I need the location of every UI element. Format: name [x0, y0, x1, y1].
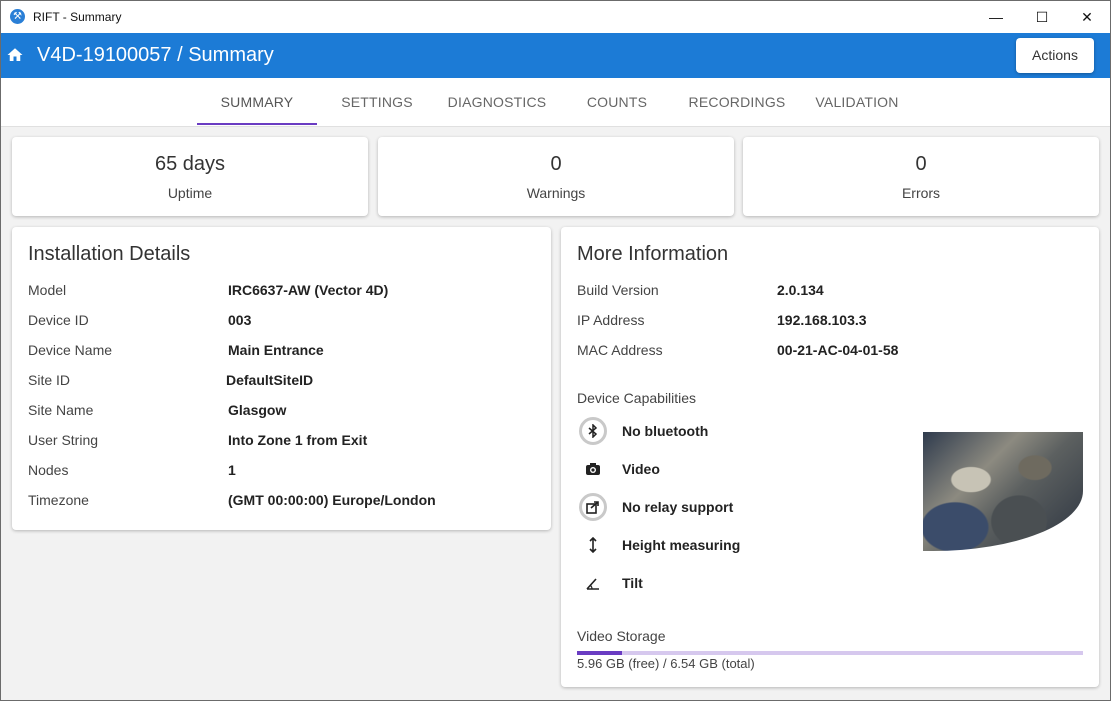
tab-diagnostics[interactable]: DIAGNOSTICS: [437, 78, 557, 126]
errors-value: 0: [915, 153, 927, 175]
tab-counts[interactable]: COUNTS: [557, 78, 677, 126]
video-storage-progress-bar: [577, 651, 1083, 655]
relay-disabled-icon: [579, 493, 607, 521]
info-value: 00-21-AC-04-01-58: [777, 342, 899, 358]
detail-key: Site ID: [28, 372, 71, 388]
warnings-card: 0 Warnings: [378, 137, 734, 216]
page-title: V4D-19100057 / Summary: [37, 44, 274, 66]
info-key: IP Address: [577, 312, 645, 328]
height-arrows-icon: [579, 531, 607, 559]
capability-label: No bluetooth: [622, 423, 709, 439]
detail-key: Timezone: [28, 492, 89, 508]
detail-value: (GMT 00:00:00) Europe/London: [228, 492, 436, 508]
uptime-card: 65 days Uptime: [12, 137, 368, 216]
title-bar: ⚒ RIFT - Summary — ☐ ✕: [1, 1, 1110, 33]
wrench-icon: ⚒: [10, 9, 25, 24]
warnings-value: 0: [550, 153, 562, 175]
more-information-title: More Information: [577, 243, 729, 265]
detail-value: 1: [228, 462, 236, 478]
video-storage-used-fill: [577, 651, 623, 655]
errors-card: 0 Errors: [743, 137, 1099, 216]
detail-value: Glasgow: [228, 402, 287, 418]
tab-recordings[interactable]: RECORDINGS: [677, 78, 797, 126]
bluetooth-disabled-icon: [579, 417, 607, 445]
home-icon[interactable]: [6, 46, 24, 64]
camera-icon: [579, 455, 607, 483]
device-capabilities-title: Device Capabilities: [577, 390, 697, 406]
window-title: RIFT - Summary: [33, 10, 122, 24]
capability-label: Height measuring: [622, 537, 741, 553]
tab-summary[interactable]: SUMMARY: [197, 78, 317, 126]
tab-bar: SUMMARY SETTINGS DIAGNOSTICS COUNTS RECO…: [1, 78, 1110, 127]
minimize-button[interactable]: —: [973, 1, 1019, 33]
capability-label: Video: [622, 461, 660, 477]
detail-key: Device ID: [28, 312, 89, 328]
warnings-label: Warnings: [526, 185, 586, 201]
app-bar: V4D-19100057 / Summary Actions: [1, 33, 1110, 78]
installation-details-card: Installation Details Model IRC6637-AW (V…: [12, 227, 551, 530]
installation-details-title: Installation Details: [28, 243, 191, 265]
uptime-label: Uptime: [167, 185, 213, 201]
info-key: Build Version: [577, 282, 659, 298]
detail-value: DefaultSiteID: [226, 372, 314, 388]
more-information-card: More Information Build Version 2.0.134 I…: [561, 227, 1099, 687]
video-storage-text: 5.96 GB (free) / 6.54 GB (total): [577, 656, 755, 671]
uptime-value: 65 days: [154, 153, 226, 175]
detail-value: Into Zone 1 from Exit: [228, 432, 368, 448]
detail-key: Device Name: [28, 342, 113, 358]
detail-value: 003: [228, 312, 252, 328]
camera-preview-image: [923, 432, 1083, 551]
tab-settings[interactable]: SETTINGS: [317, 78, 437, 126]
tab-validation[interactable]: VALIDATION: [797, 78, 917, 126]
capability-label: Tilt: [622, 575, 643, 591]
detail-value: Main Entrance: [228, 342, 324, 358]
close-button[interactable]: ✕: [1064, 1, 1110, 33]
detail-key: User String: [28, 432, 99, 448]
video-storage-title: Video Storage: [577, 628, 666, 644]
info-key: MAC Address: [577, 342, 663, 358]
capability-label: No relay support: [622, 499, 734, 515]
maximize-button[interactable]: ☐: [1019, 1, 1065, 33]
info-value: 2.0.134: [777, 282, 824, 298]
detail-key: Model: [28, 282, 67, 298]
errors-label: Errors: [901, 185, 941, 201]
app-window: ⚒ RIFT - Summary — ☐ ✕ V4D-19100057 / Su…: [0, 0, 1111, 701]
tilt-angle-icon: [579, 569, 607, 597]
actions-button[interactable]: Actions: [1016, 38, 1094, 73]
active-tab-indicator: [197, 123, 317, 125]
detail-key: Site Name: [28, 402, 94, 418]
info-value: 192.168.103.3: [777, 312, 867, 328]
detail-key: Nodes: [28, 462, 69, 478]
detail-value: IRC6637-AW (Vector 4D): [228, 282, 389, 298]
